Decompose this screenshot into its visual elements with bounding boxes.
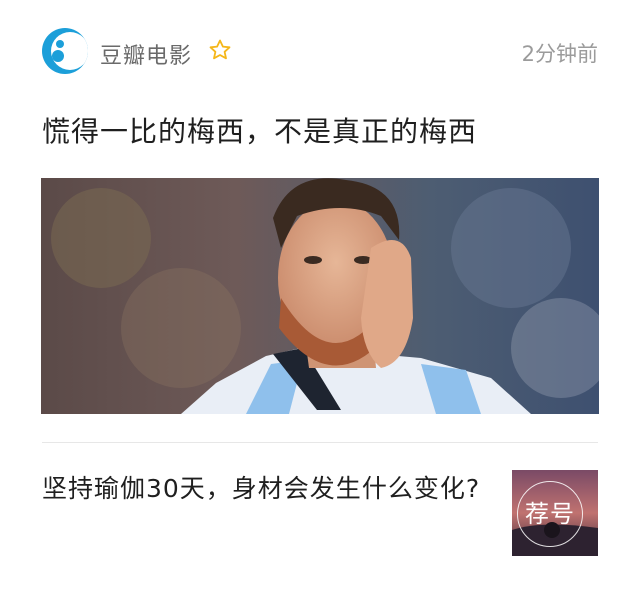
thumbnail-stamp: 荐号 [517,481,583,547]
source-name[interactable]: 豆瓣电影 [100,38,192,70]
related-article-thumbnail[interactable]: 荐号 [512,470,598,556]
post-timestamp: 2分钟前 [521,42,598,66]
card-header: 豆瓣电影 2分钟前 [42,28,598,76]
related-article-title[interactable]: 坚持瑜伽30天，身材会发生什么变化? [42,470,482,508]
douban-movie-logo-icon[interactable] [42,28,88,74]
card-divider [42,442,598,443]
related-article[interactable]: 坚持瑜伽30天，身材会发生什么变化? 荐号 [42,470,598,560]
article-hero-image[interactable] [41,178,599,414]
article-headline[interactable]: 慌得一比的梅西，不是真正的梅西 [42,112,598,152]
star-outline-icon[interactable] [208,38,232,62]
